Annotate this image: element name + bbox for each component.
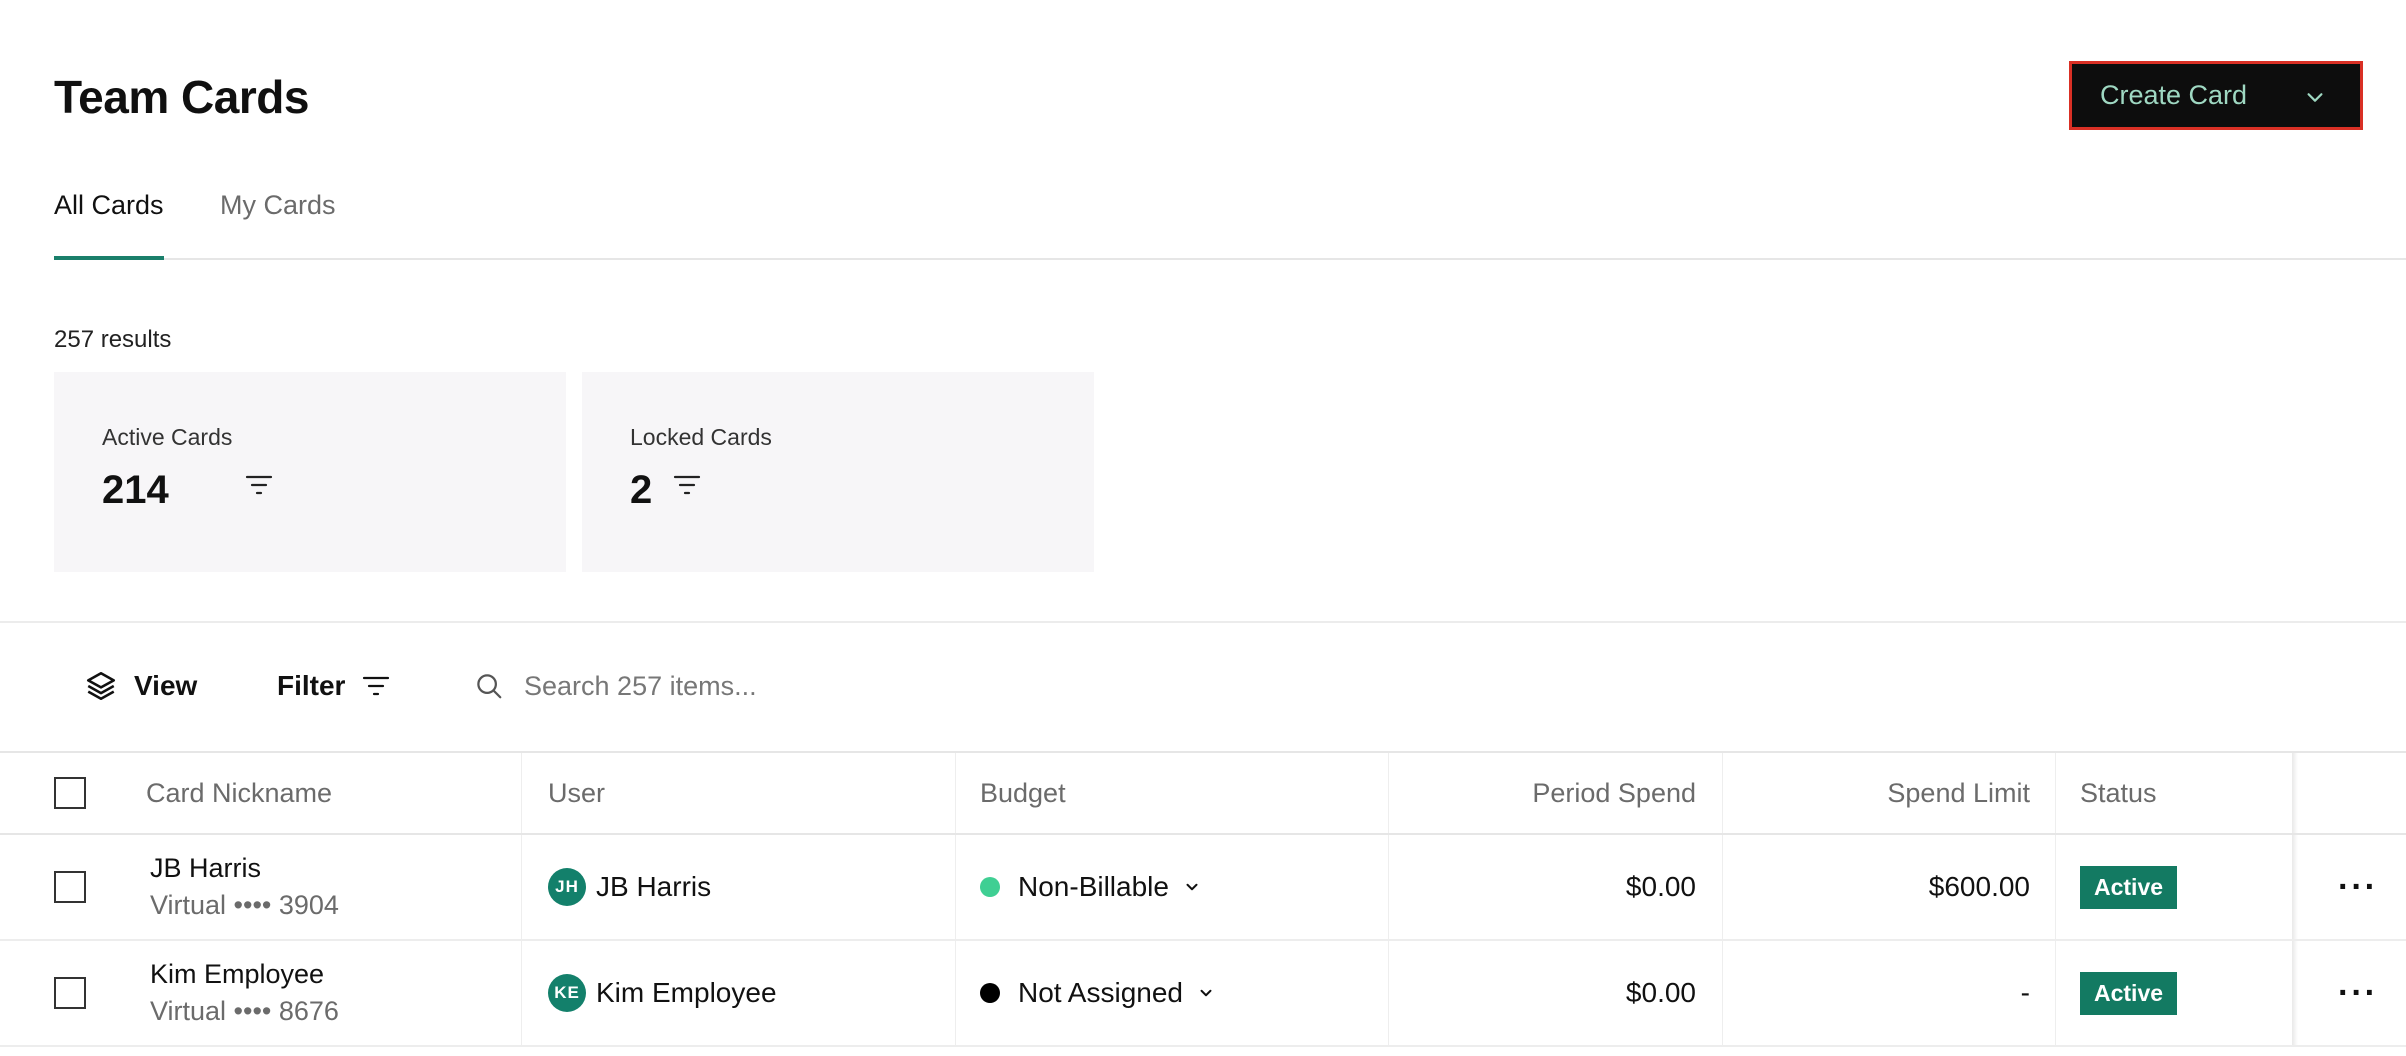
- filter-icon[interactable]: [244, 470, 274, 500]
- more-horizontal-icon[interactable]: ···: [2338, 941, 2378, 1045]
- status-badge: Active: [2080, 971, 2178, 1015]
- tab-bar: All Cards My Cards: [54, 190, 2406, 260]
- stat-label: Locked Cards: [630, 424, 772, 450]
- stat-value: 2: [630, 468, 653, 512]
- search-icon: [477, 674, 502, 699]
- table-header: Card Nickname User Budget Period Spend S…: [0, 751, 2406, 835]
- active-cards-stat[interactable]: Active Cards 214: [54, 372, 566, 572]
- table-row[interactable]: Kim Employee Virtual •••• 8676 KE Kim Em…: [0, 941, 2406, 1047]
- stat-value: 214: [102, 468, 169, 512]
- chevron-down-icon: [2307, 93, 2323, 102]
- select-all-checkbox[interactable]: [54, 777, 86, 809]
- page-title: Team Cards: [54, 71, 309, 123]
- avatar: JH: [548, 868, 586, 906]
- table-row[interactable]: JB Harris Virtual •••• 3904 JH JB Harris…: [0, 835, 2406, 941]
- more-horizontal-icon[interactable]: ···: [2338, 835, 2378, 939]
- column-header-user[interactable]: User: [548, 753, 605, 833]
- column-header-nickname[interactable]: Card Nickname: [146, 753, 332, 833]
- search-input[interactable]: [524, 670, 1024, 702]
- budget-dropdown[interactable]: Not Assigned: [980, 941, 1215, 1045]
- user-name: JB Harris: [596, 871, 712, 902]
- layers-icon: [86, 671, 116, 701]
- stat-label: Active Cards: [102, 424, 233, 450]
- card-number: Virtual •••• 8676: [150, 996, 339, 1026]
- results-count: 257 results: [54, 326, 172, 353]
- section-divider: [0, 621, 2406, 623]
- spend-limit: -: [2020, 977, 2030, 1008]
- tab-all-cards[interactable]: All Cards: [54, 190, 164, 260]
- column-header-status[interactable]: Status: [2080, 753, 2157, 833]
- create-card-button[interactable]: Create Card: [2069, 61, 2363, 130]
- filter-label: Filter: [277, 670, 346, 701]
- card-number: Virtual •••• 3904: [150, 890, 339, 920]
- cards-table: Card Nickname User Budget Period Spend S…: [0, 751, 2406, 1047]
- row-checkbox[interactable]: [54, 977, 86, 1009]
- budget-label: Not Assigned: [1018, 977, 1183, 1008]
- tab-my-cards[interactable]: My Cards: [220, 190, 336, 249]
- create-card-label: Create Card: [2100, 80, 2248, 110]
- avatar: KE: [548, 974, 586, 1012]
- status-badge: Active: [2080, 865, 2178, 909]
- budget-label: Non-Billable: [1018, 871, 1169, 902]
- spend-limit: $600.00: [1928, 871, 2030, 902]
- period-spend: $0.00: [1625, 977, 1696, 1008]
- filter-button[interactable]: Filter: [277, 664, 391, 708]
- row-checkbox[interactable]: [54, 871, 86, 903]
- view-label: View: [134, 670, 198, 701]
- column-header-spend-limit[interactable]: Spend Limit: [1887, 753, 2030, 833]
- column-header-period-spend[interactable]: Period Spend: [1532, 753, 1696, 833]
- budget-status-dot: [980, 983, 1000, 1003]
- card-nickname[interactable]: Kim Employee: [150, 959, 324, 990]
- filter-icon: [363, 676, 390, 696]
- filter-icon[interactable]: [672, 470, 702, 500]
- column-header-budget[interactable]: Budget: [980, 753, 1066, 833]
- user-name: Kim Employee: [596, 977, 777, 1008]
- view-button[interactable]: View: [84, 664, 197, 708]
- chevron-down-icon: [1200, 989, 1212, 997]
- budget-status-dot: [980, 877, 1000, 897]
- period-spend: $0.00: [1625, 871, 1696, 902]
- card-nickname[interactable]: JB Harris: [150, 853, 261, 884]
- budget-dropdown[interactable]: Non-Billable: [980, 835, 1201, 939]
- chevron-down-icon: [1186, 883, 1198, 891]
- search-bar: [474, 664, 1024, 708]
- locked-cards-stat[interactable]: Locked Cards 2: [582, 372, 1094, 572]
